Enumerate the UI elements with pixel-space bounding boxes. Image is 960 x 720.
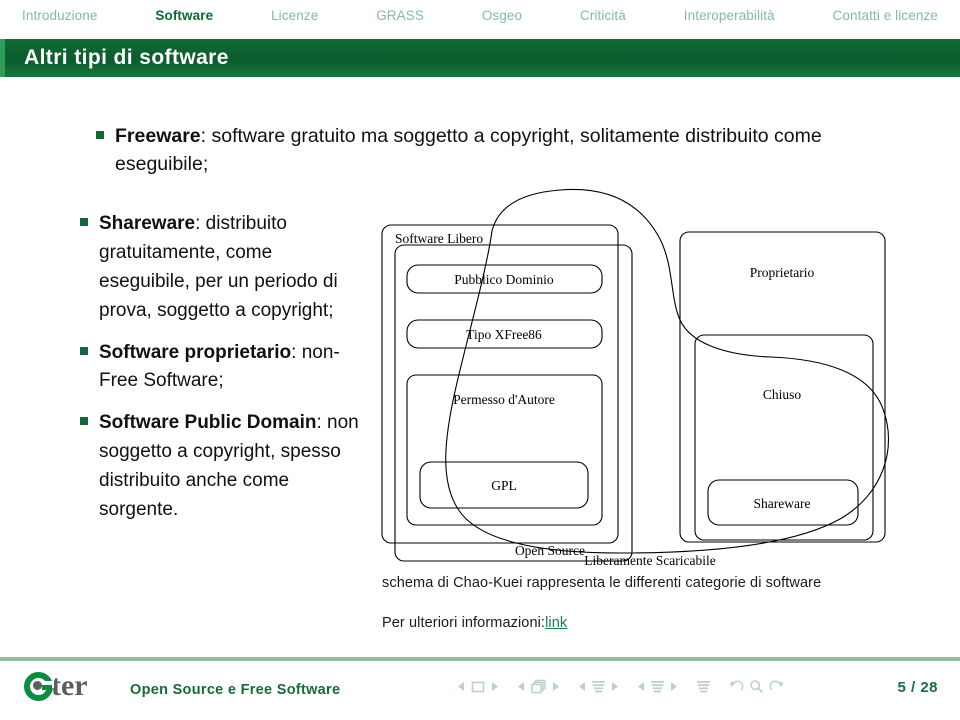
title-accent-stripe xyxy=(0,39,5,77)
label-chiuso: Chiuso xyxy=(763,387,802,402)
section-icon[interactable] xyxy=(650,680,665,694)
presentation-icon[interactable] xyxy=(696,680,711,694)
label-shareware: Shareware xyxy=(754,496,811,511)
prev-subsection-icon[interactable] xyxy=(578,681,587,692)
bullet-shareware-text: Shareware: distribuito gratuitamente, co… xyxy=(99,210,365,326)
more-info-prefix: Per ulteriori informazioni: xyxy=(382,615,546,631)
nav-group-section xyxy=(635,680,680,694)
bullet-software-public-domain-text: Software Public Domain: non soggetto a c… xyxy=(99,409,365,525)
gter-globe-dot-icon xyxy=(33,680,42,690)
label-pubblico-dominio: Pubblico Dominio xyxy=(454,272,554,287)
right-diagram-column: Software Libero Pubblico Dominio Tipo XF… xyxy=(370,177,950,631)
bullet-software-public-domain: Software Public Domain: non soggetto a c… xyxy=(80,409,365,525)
nav-group-history xyxy=(727,679,786,694)
more-info-link[interactable]: link xyxy=(545,615,567,631)
left-bullet-column: Shareware: distribuito gratuitamente, co… xyxy=(80,210,365,538)
footer-divider xyxy=(0,657,960,661)
next-slide-icon[interactable] xyxy=(490,681,499,692)
nav-group-slide xyxy=(455,680,501,694)
bullet-software-proprietario: Software proprietario: non-Free Software… xyxy=(80,339,365,397)
gter-bar xyxy=(42,684,52,690)
label-permesso-dautore: Permesso d'Autore xyxy=(453,392,555,407)
subsection-icon[interactable] xyxy=(591,680,606,694)
nav-item-criticita[interactable]: Criticità xyxy=(580,8,626,23)
prev-slide-icon[interactable] xyxy=(457,681,466,692)
slide-content: Freeware: software gratuito ma soggetto … xyxy=(0,82,960,657)
bullet-software-proprietario-text: Software proprietario: non-Free Software… xyxy=(99,339,365,397)
label-open-source: Open Source xyxy=(515,543,585,558)
prev-frame-icon[interactable] xyxy=(517,681,526,692)
gter-g-icon xyxy=(24,671,54,701)
bullet-square-icon xyxy=(96,131,104,139)
nav-item-software[interactable]: Software xyxy=(155,8,213,23)
bullet-square-icon xyxy=(80,218,88,226)
bullet-shareware: Shareware: distribuito gratuitamente, co… xyxy=(80,210,365,326)
nav-item-grass[interactable]: GRASS xyxy=(376,8,424,23)
next-section-icon[interactable] xyxy=(669,681,678,692)
nav-item-interoperabilita[interactable]: Interoperabilità xyxy=(684,8,775,23)
next-frame-icon[interactable] xyxy=(551,681,560,692)
footer-bar: ter Open Source e Free Software 5 / 28 xyxy=(0,657,960,720)
bullet-shareware-term: Shareware xyxy=(99,213,196,234)
gter-logo: ter xyxy=(24,669,88,703)
prev-section-icon[interactable] xyxy=(637,681,646,692)
nav-item-osgeo[interactable]: Osgeo xyxy=(482,8,522,23)
forward-icon[interactable] xyxy=(768,679,784,694)
bullet-freeware-rest: : software gratuito ma soggetto a copyri… xyxy=(115,125,822,176)
bullet-software-proprietario-term: Software proprietario xyxy=(99,341,292,363)
back-icon[interactable] xyxy=(729,679,745,694)
bullet-square-icon xyxy=(80,417,88,426)
label-gpl: GPL xyxy=(491,478,517,493)
frames-icon[interactable] xyxy=(530,679,547,694)
more-info-caption: Per ulteriori informazioni:link xyxy=(382,615,567,631)
search-icon[interactable] xyxy=(749,679,764,694)
top-navigation-bar: Introduzione Software Licenze GRASS Osge… xyxy=(0,0,960,30)
next-subsection-icon[interactable] xyxy=(610,681,619,692)
bullet-freeware-text: Freeware: software gratuito ma soggetto … xyxy=(115,122,836,179)
footer-presentation-title: Open Source e Free Software xyxy=(130,682,341,698)
gter-wordmark: ter xyxy=(51,669,88,702)
label-proprietario: Proprietario xyxy=(750,265,815,280)
page-number: 5 / 28 xyxy=(897,679,938,696)
label-liberamente-scaricabile: Liberamente Scaricabile xyxy=(584,553,716,567)
bullet-freeware: Freeware: software gratuito ma soggetto … xyxy=(96,122,836,179)
slide-icon[interactable] xyxy=(470,680,486,694)
nav-item-introduzione[interactable]: Introduzione xyxy=(22,8,98,23)
nav-item-licenze[interactable]: Licenze xyxy=(271,8,318,23)
chao-kuei-diagram-svg: Software Libero Pubblico Dominio Tipo XF… xyxy=(381,188,890,567)
bullet-software-public-domain-term: Software Public Domain xyxy=(99,412,317,434)
bullet-square-icon xyxy=(80,346,88,355)
nav-group-presentation xyxy=(694,680,713,694)
page-title: Altri tipi di software xyxy=(24,46,229,69)
slide-title-bar: Altri tipi di software xyxy=(0,39,960,77)
label-software-libero: Software Libero xyxy=(395,231,483,246)
nav-group-subsection xyxy=(576,680,621,694)
label-tipo-xfree86: Tipo XFree86 xyxy=(466,327,542,342)
diagram-caption: schema di Chao-Kuei rappresenta le diffe… xyxy=(382,575,822,591)
curve-liberamente-scaricabile xyxy=(445,188,890,554)
nav-group-frame xyxy=(515,679,562,694)
beamer-navigation-bar xyxy=(455,679,800,694)
chao-kuei-diagram: Software Libero Pubblico Dominio Tipo XF… xyxy=(370,177,930,567)
bullet-freeware-term: Freeware xyxy=(115,125,201,147)
nav-item-contatti-e-licenze[interactable]: Contatti e licenze xyxy=(833,8,938,23)
